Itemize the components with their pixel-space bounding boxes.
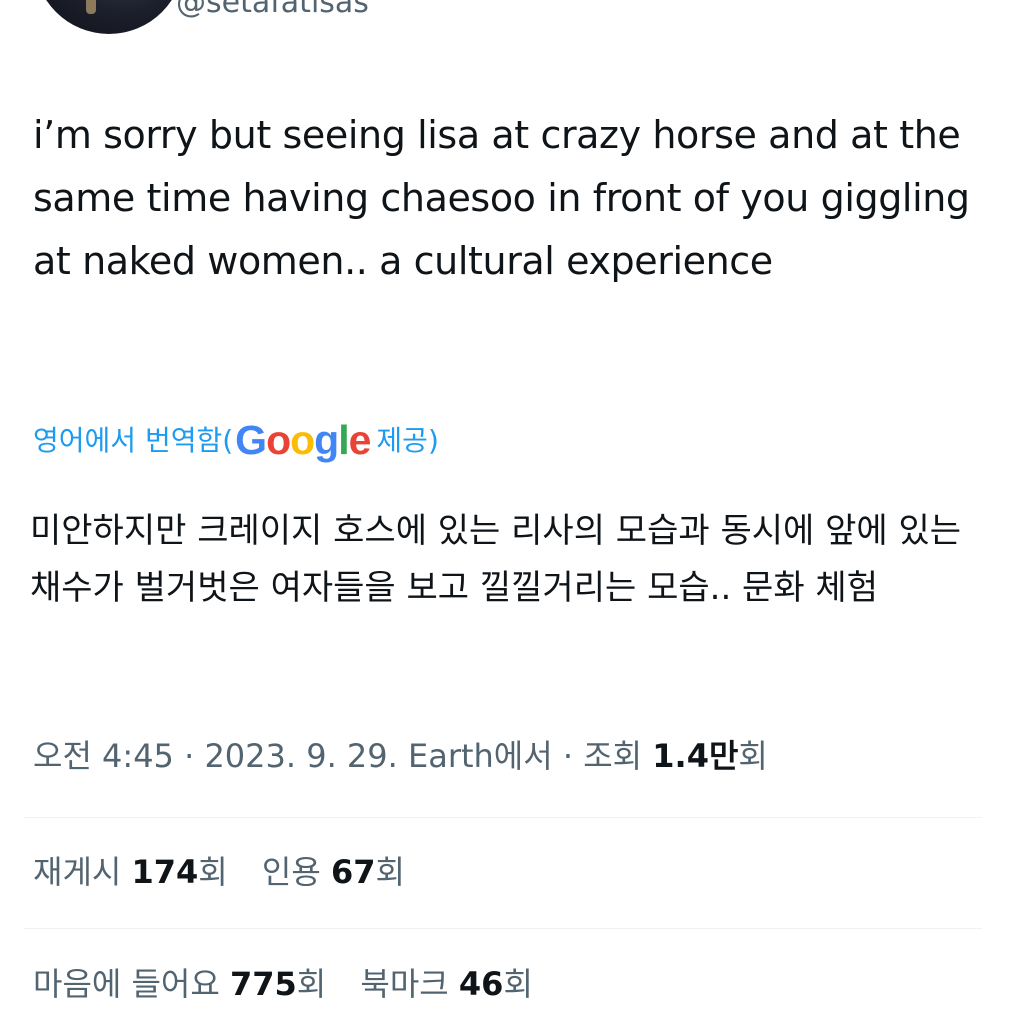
reposts-count: 174 bbox=[131, 853, 199, 891]
bookmarks-stat[interactable]: 북마크 46회 bbox=[360, 965, 532, 1003]
views-unit: 회 bbox=[738, 737, 768, 775]
avatar-detail bbox=[86, 0, 96, 14]
views-count: 1.4만 bbox=[652, 737, 739, 775]
stats-row-reposts-quotes: 재게시 174회 인용 67회 bbox=[33, 852, 429, 892]
google-logo-letter: e bbox=[348, 417, 372, 463]
tweet-date[interactable]: 2023. 9. 29. bbox=[204, 737, 397, 775]
google-logo-letter: l bbox=[338, 417, 349, 463]
views-label: 조회 bbox=[583, 737, 653, 775]
bookmarks-count: 46 bbox=[458, 965, 504, 1003]
tweet-time[interactable]: 오전 4:45 bbox=[33, 737, 174, 775]
tweet-source: Earth에서 bbox=[407, 737, 553, 775]
google-logo-letter: G bbox=[235, 417, 267, 463]
tweet-text: i’m sorry but seeing lisa at crazy horse… bbox=[33, 113, 970, 283]
bookmarks-unit: 회 bbox=[503, 965, 533, 1003]
bookmarks-label: 북마크 bbox=[360, 965, 459, 1003]
author-avatar[interactable] bbox=[34, 0, 184, 34]
meta-separator: · bbox=[552, 737, 584, 775]
quotes-count: 67 bbox=[330, 853, 376, 891]
quotes-unit: 회 bbox=[375, 853, 405, 891]
google-logo: G o o g l e bbox=[235, 417, 372, 463]
translation-attribution[interactable]: 영어에서 번역함( G o o g l e 제공) bbox=[33, 420, 439, 461]
stats-row-likes-bookmarks: 마음에 들어요 775회 북마크 46회 bbox=[33, 964, 557, 1004]
meta-separator: · bbox=[173, 737, 205, 775]
quotes-stat[interactable]: 인용 67회 bbox=[262, 853, 405, 891]
translation-label-suffix: 제공) bbox=[376, 423, 439, 457]
google-logo-letter: g bbox=[314, 417, 339, 463]
likes-label: 마음에 들어요 bbox=[33, 965, 230, 1003]
reposts-label: 재게시 bbox=[33, 853, 132, 891]
google-logo-letter: o bbox=[266, 417, 291, 463]
tweet-meta: 오전 4:45 · 2023. 9. 29. Earth에서 · 조회 1.4만… bbox=[33, 736, 768, 776]
reposts-stat[interactable]: 재게시 174회 bbox=[33, 853, 228, 891]
quotes-label: 인용 bbox=[261, 853, 331, 891]
divider bbox=[24, 817, 982, 818]
divider bbox=[24, 928, 982, 929]
likes-unit: 회 bbox=[296, 965, 327, 1003]
likes-count: 775 bbox=[229, 965, 297, 1003]
author-handle[interactable]: @setafatisas bbox=[176, 0, 369, 18]
translation-label-prefix: 영어에서 번역함( bbox=[33, 423, 234, 457]
google-logo-letter: o bbox=[290, 417, 315, 463]
reposts-unit: 회 bbox=[198, 853, 228, 891]
likes-stat[interactable]: 마음에 들어요 775회 bbox=[33, 965, 326, 1003]
translated-text: 미안하지만 크레이지 호스에 있는 리사의 모습과 동시에 앞에 있는 채수가 … bbox=[30, 511, 962, 608]
